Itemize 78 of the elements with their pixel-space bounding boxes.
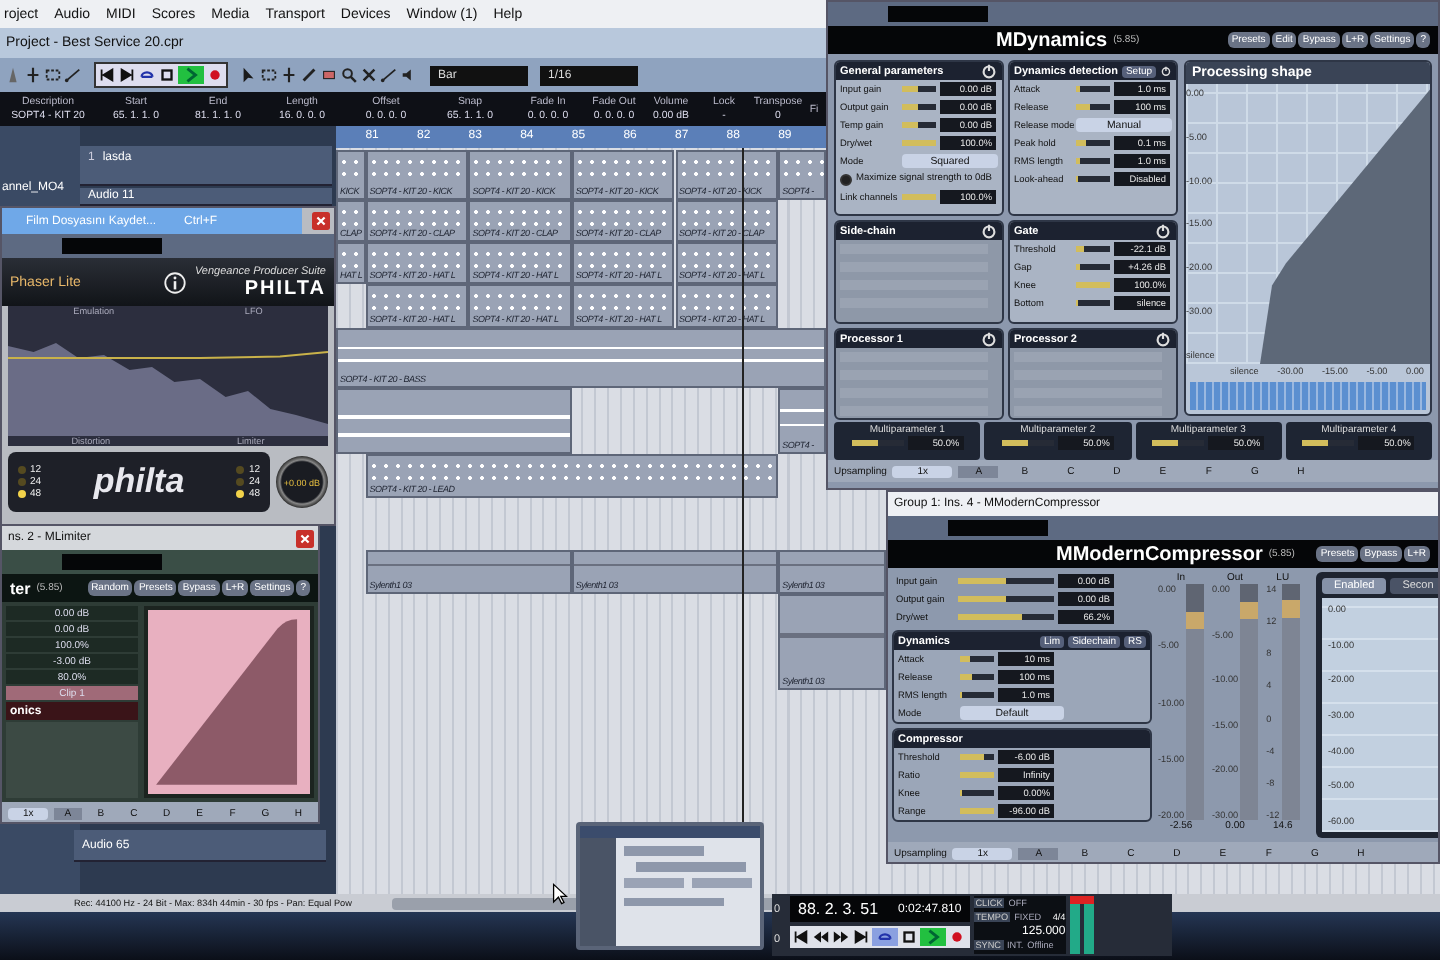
mouse-pointer-icon: [552, 882, 568, 906]
slider[interactable]: [958, 596, 1054, 602]
slider[interactable]: [902, 86, 936, 92]
slider[interactable]: [1302, 440, 1355, 446]
power-icon[interactable]: [980, 222, 998, 240]
mute-icon[interactable]: [360, 66, 378, 84]
close-icon[interactable]: [296, 529, 314, 547]
plugin-name: ter: [10, 579, 31, 597]
preset-name-field[interactable]: [62, 238, 162, 254]
slider[interactable]: [1076, 176, 1110, 182]
stop-icon[interactable]: [158, 66, 176, 84]
skip-forward-icon[interactable]: [118, 66, 136, 84]
slider[interactable]: [1001, 440, 1054, 446]
logo-text: philta: [93, 462, 185, 502]
slider[interactable]: [902, 194, 936, 200]
power-icon[interactable]: [980, 330, 998, 348]
pencil-icon[interactable]: [300, 66, 318, 84]
slider[interactable]: [1076, 300, 1110, 306]
slider[interactable]: [960, 808, 994, 814]
preset-name-field[interactable]: [948, 520, 1048, 536]
slider[interactable]: [902, 122, 936, 128]
power-icon[interactable]: [1154, 222, 1172, 240]
cycle-icon[interactable]: [138, 66, 156, 84]
slider[interactable]: [1076, 86, 1110, 92]
slider[interactable]: [1076, 264, 1110, 270]
slider[interactable]: [1076, 158, 1110, 164]
power-icon[interactable]: [1160, 62, 1172, 80]
play-icon[interactable]: [182, 66, 200, 84]
skip-back-icon[interactable]: [792, 928, 810, 946]
audio-event[interactable]: [336, 388, 572, 454]
position-readout: 88. 2. 3. 51: [798, 900, 879, 918]
slider[interactable]: [1076, 140, 1110, 146]
slider[interactable]: [958, 578, 1054, 584]
slider[interactable]: [960, 656, 994, 662]
rewind-icon[interactable]: [812, 928, 830, 946]
magnifier-icon[interactable]: [340, 66, 358, 84]
pointer-icon[interactable]: [240, 66, 258, 84]
cycle-icon[interactable]: [876, 928, 894, 946]
skip-forward-icon[interactable]: [852, 928, 870, 946]
slider[interactable]: [960, 674, 994, 680]
slider[interactable]: [960, 790, 994, 796]
power-icon[interactable]: [980, 62, 998, 80]
slider[interactable]: [902, 104, 936, 110]
slider[interactable]: [960, 772, 994, 778]
close-icon[interactable]: [312, 212, 330, 230]
plugin-name: PHILTA: [244, 277, 326, 299]
radio-button[interactable]: [840, 173, 852, 185]
line-icon[interactable]: [64, 66, 82, 84]
range-icon[interactable]: [44, 66, 62, 84]
range-icon[interactable]: [260, 66, 278, 84]
slider[interactable]: [1076, 246, 1110, 252]
slider[interactable]: [902, 140, 936, 146]
slider[interactable]: [958, 614, 1054, 620]
slider[interactable]: [851, 440, 904, 446]
skip-back-icon[interactable]: [98, 66, 116, 84]
disabled-param: [6, 722, 138, 798]
preset-name-field[interactable]: [62, 554, 162, 570]
slider[interactable]: [960, 754, 994, 760]
play-icon[interactable]: [924, 928, 942, 946]
cycle-button[interactable]: [872, 928, 898, 946]
led-indicator[interactable]: [236, 490, 245, 498]
led-indicator[interactable]: [18, 490, 26, 498]
level-meter: [1069, 896, 1094, 954]
plugin-name: MDynamics: [996, 29, 1108, 51]
fast-forward-icon[interactable]: [832, 928, 850, 946]
slider[interactable]: [960, 692, 994, 698]
slider[interactable]: [1076, 282, 1110, 288]
slider[interactable]: [1076, 104, 1110, 110]
record-icon[interactable]: [948, 928, 966, 946]
preset-name-field[interactable]: [888, 6, 988, 22]
power-icon[interactable]: [1154, 330, 1172, 348]
stop-icon[interactable]: [900, 928, 918, 946]
info-icon[interactable]: [164, 271, 187, 293]
slider[interactable]: [1152, 440, 1205, 446]
record-icon[interactable]: [206, 66, 224, 84]
line-icon[interactable]: [380, 66, 398, 84]
plugin-name: MModernCompressor: [1056, 543, 1263, 565]
eraser-icon[interactable]: [320, 66, 338, 84]
